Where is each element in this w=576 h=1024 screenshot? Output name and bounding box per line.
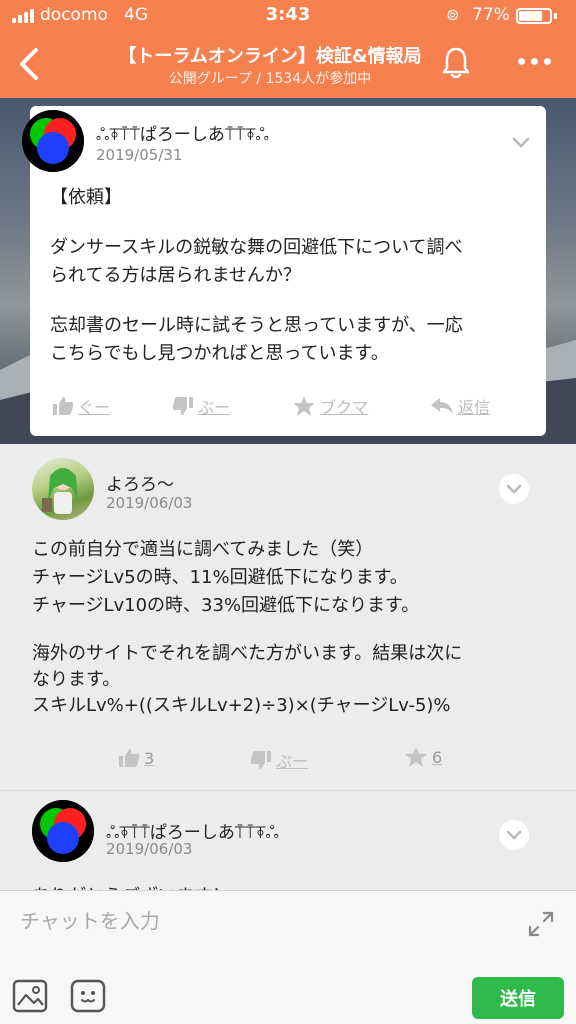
rgb-circles-icon xyxy=(22,110,84,172)
chat-input-bar: チャットを入力 送信 xyxy=(0,890,576,1024)
avatar[interactable] xyxy=(32,458,94,520)
post-line: 忘却書のセール時に試そうと思っていますが、一応 xyxy=(50,315,463,336)
group-subtitle: 公開グループ / 1534人が参加中 xyxy=(168,71,372,87)
comment-author[interactable]: よろろ〜 xyxy=(106,470,174,495)
bell-icon[interactable] xyxy=(440,44,472,80)
post-line: られてる方は居られませんか？ xyxy=(50,265,301,286)
comment-line: チャージLv10の時、33%回避低下になります。 xyxy=(32,595,420,616)
star-icon xyxy=(405,747,427,767)
rotation-lock-icon: ⊚ xyxy=(446,5,460,24)
character-avatar-image xyxy=(42,468,78,514)
chevron-down-icon[interactable] xyxy=(499,820,529,850)
like-button[interactable]: ぐー xyxy=(52,394,110,418)
star-icon xyxy=(293,396,316,416)
like-label: ぐー xyxy=(78,398,111,417)
thumbs-up-icon xyxy=(53,397,74,415)
comment-line: チャージLv5の時、11%回避低下になります。 xyxy=(32,567,408,588)
more-options-icon[interactable] xyxy=(518,58,551,65)
rgb-circles-icon xyxy=(32,800,94,862)
post-line: ダンサースキルの鋭敏な舞の回避低下について調べ xyxy=(50,237,463,258)
reply-button[interactable]: 返信 xyxy=(430,394,490,418)
dislike-button[interactable]: ぶー xyxy=(172,394,230,418)
post-line: 【依頼】 xyxy=(50,187,122,208)
bookmark-button[interactable]: 6 xyxy=(404,746,442,768)
thumbs-down-icon xyxy=(172,397,194,415)
thumbs-down-icon xyxy=(250,751,271,769)
comment-line: なります。 xyxy=(32,669,121,690)
post-card: ஃ⍕⍑⍑ぱろーしあ⍑⍑⍕ஃ 2019/05/31 【依頼】 ダンサースキルの鋭敏… xyxy=(22,106,546,436)
comment-date: 2019/06/03 xyxy=(106,840,193,858)
chat-input[interactable]: チャットを入力 xyxy=(20,905,160,934)
header-bar: docomo 4G 3:43 ⊚ 77% 【トーラムオンライン】検証&情報局 公… xyxy=(0,0,576,98)
bookmark-button[interactable]: ブクマ xyxy=(292,394,368,418)
status-bar: docomo 4G 3:43 ⊚ 77% xyxy=(0,0,576,30)
chevron-down-icon[interactable] xyxy=(499,474,529,504)
post-line: こちらでもし見つかればと思っています。 xyxy=(50,343,389,364)
comment-line: スキルLv%+((スキルLv+2)÷3)×(チャージLv-5)% xyxy=(32,695,451,716)
star-count: 6 xyxy=(432,747,443,767)
group-title: 【トーラムオンライン】検証&情報局 xyxy=(118,46,422,67)
like-button[interactable]: 3 xyxy=(118,748,154,768)
comment-date: 2019/06/03 xyxy=(106,494,193,512)
comment-divider xyxy=(0,790,576,791)
post-actions: ぐー ぶー ブクマ 返信 xyxy=(52,394,490,418)
thumbs-up-icon xyxy=(119,749,140,767)
reply-arrow-icon xyxy=(431,398,454,414)
battery-percent: 77% xyxy=(472,5,510,25)
comment-line: この前自分で適当に調べてみました（笑） xyxy=(32,539,374,560)
dislike-label: ぶー xyxy=(276,752,309,771)
reply-label: 返信 xyxy=(458,398,491,417)
comment-line: 海外のサイトでそれを調べた方がいます。結果は次に xyxy=(32,643,463,664)
bookmark-label: ブクマ xyxy=(320,398,369,417)
avatar[interactable] xyxy=(22,110,84,172)
battery-tip xyxy=(554,13,557,19)
dislike-label: ぶー xyxy=(198,398,231,417)
battery-fill xyxy=(519,11,542,21)
like-count: 3 xyxy=(144,748,155,768)
battery-icon xyxy=(516,8,552,24)
dislike-button[interactable]: ぶー xyxy=(250,748,308,772)
send-button[interactable]: 送信 xyxy=(472,977,564,1019)
post-author[interactable]: ஃ⍕⍑⍑ぱろーしあ⍑⍑⍕ஃ xyxy=(96,120,269,147)
back-arrow-icon[interactable] xyxy=(12,44,46,84)
expand-icon[interactable] xyxy=(526,909,556,939)
image-icon[interactable] xyxy=(12,979,48,1013)
chevron-down-icon[interactable] xyxy=(506,128,536,158)
sticker-icon[interactable] xyxy=(70,979,106,1013)
post-date: 2019/05/31 xyxy=(96,146,183,164)
avatar[interactable] xyxy=(32,800,94,862)
